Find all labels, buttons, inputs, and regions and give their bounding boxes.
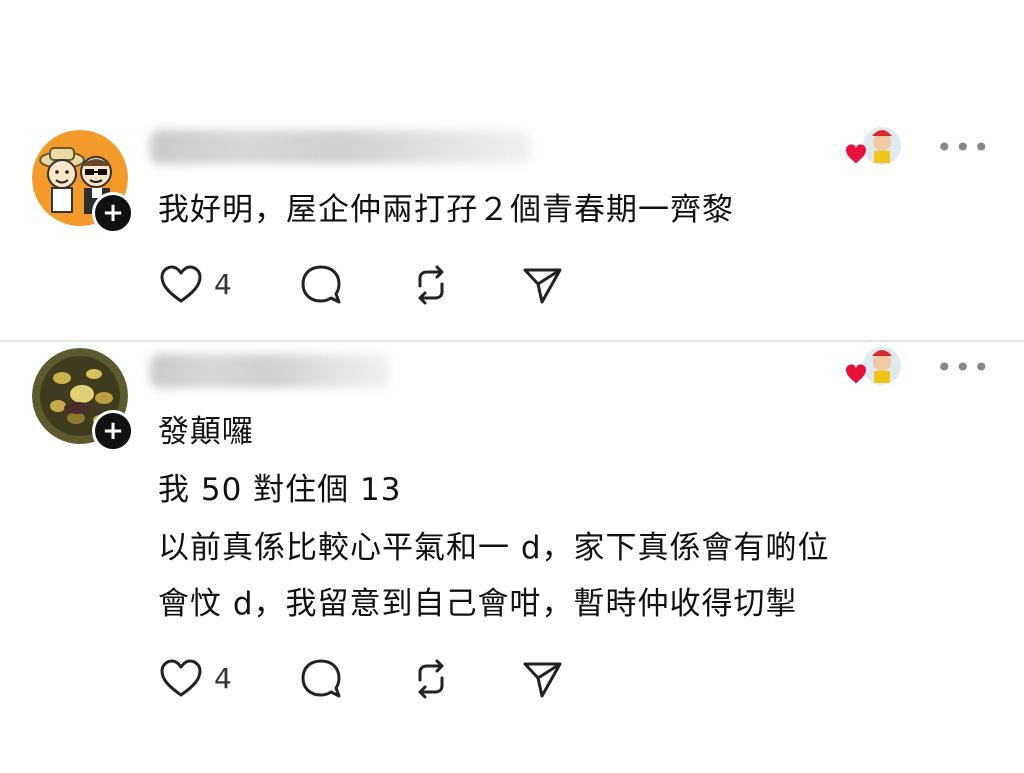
plus-icon: + [102,198,124,228]
comment-text: 我好明，屋企仲兩打孖２個青春期一齊黎 [158,192,734,228]
comment-item: + ••• 我好明，屋企仲兩打孖２個青春期一齊黎 4 [0,112,1024,340]
heart-icon [160,265,202,303]
like-button[interactable] [158,262,204,312]
repost-icon [418,659,444,699]
top-blank-area [0,0,1024,112]
like-count: 4 [214,662,232,695]
action-bar: 4 [158,656,618,704]
comment-item: + ••• 發顛囉 我 50 對住個 13 以前真係比較心平氣和一 d，家下真係… [0,340,1024,760]
heart-badge-icon [846,144,866,164]
follow-button[interactable]: + [92,410,134,452]
author-liked-indicator [838,124,908,180]
comment-text-line: 以前真係比較心平氣和一 d，家下真係會有啲位 [158,530,830,566]
comment-text-line: 發顛囉 [158,414,254,450]
repost-icon [418,265,444,305]
share-icon [523,662,562,698]
share-button[interactable] [520,656,566,706]
comment-text-line: 我 50 對住個 13 [158,472,402,508]
comment-icon [301,659,341,698]
plus-icon: + [102,416,124,446]
repost-button[interactable] [408,262,454,312]
comment-icon [301,265,341,304]
author-liked-indicator [838,340,908,396]
heart-badge-icon [846,364,866,384]
more-icon[interactable]: ••• [936,354,992,382]
action-bar: 4 [158,262,618,310]
like-count: 4 [214,268,232,301]
like-button[interactable] [158,656,204,706]
share-icon [523,268,562,304]
heart-icon [160,659,202,697]
more-icon[interactable]: ••• [936,134,992,162]
reply-button[interactable] [298,656,344,706]
username-blurred[interactable] [150,130,530,164]
repost-button[interactable] [408,656,454,706]
reply-button[interactable] [298,262,344,312]
comment-text-line: 會忟 d，我留意到自己會咁，暫時仲收得切掣 [158,586,798,622]
username-blurred[interactable] [150,354,390,388]
share-button[interactable] [520,262,566,312]
follow-button[interactable]: + [92,192,134,234]
